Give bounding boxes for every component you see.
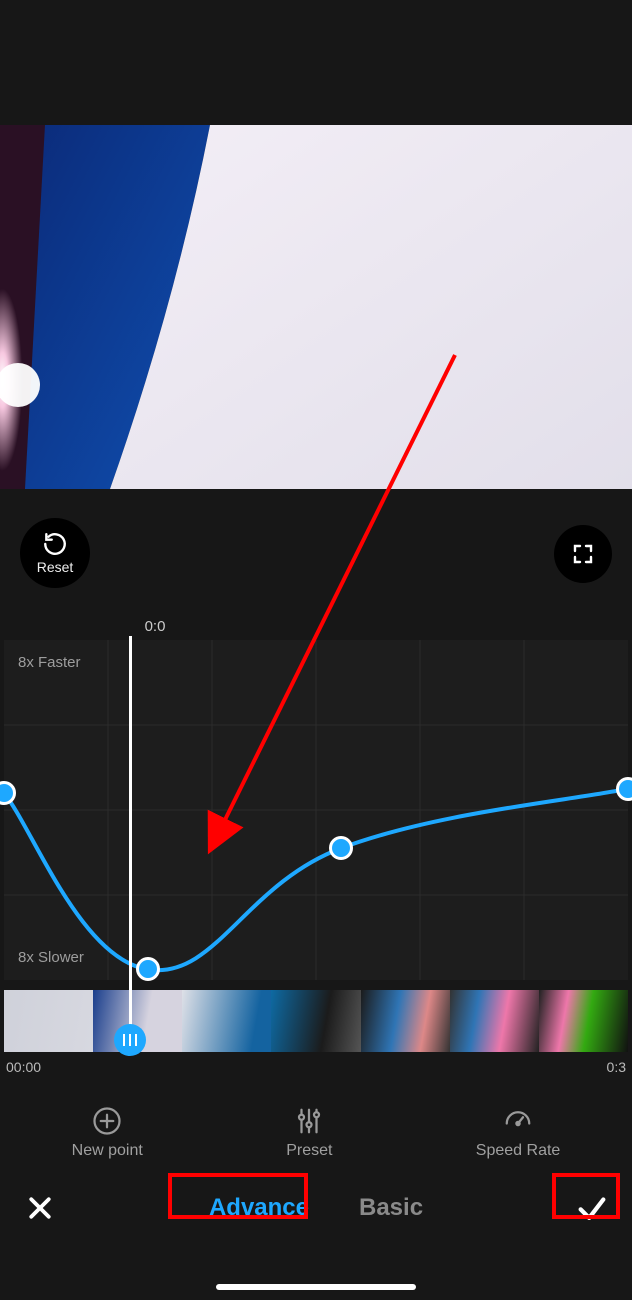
plus-circle-icon (92, 1106, 122, 1136)
close-icon (25, 1193, 55, 1223)
playhead-line[interactable] (129, 636, 132, 1026)
curve-point[interactable] (329, 836, 353, 860)
playhead-time-label: 0:0 (0, 618, 310, 635)
curve-slow-label: 8x Slower (18, 949, 84, 966)
new-point-button[interactable]: New point (72, 1106, 143, 1160)
speed-curve-editor[interactable]: 8x Faster 8x Slower (4, 640, 628, 980)
check-icon (575, 1191, 609, 1225)
mode-tab-bar: Advance Basic (0, 1175, 632, 1241)
speed-rate-label: Speed Rate (476, 1142, 561, 1160)
timeline-end-time: 0:3 (607, 1059, 626, 1075)
new-point-label: New point (72, 1142, 143, 1160)
timeline-strip[interactable] (4, 990, 628, 1052)
playhead-handle[interactable] (114, 1024, 146, 1056)
reset-label: Reset (37, 559, 74, 575)
timeline-start-time: 00:00 (6, 1059, 41, 1075)
preset-label: Preset (286, 1142, 332, 1160)
fullscreen-icon (571, 542, 595, 566)
preset-button[interactable]: Preset (286, 1106, 332, 1160)
sliders-icon (294, 1106, 324, 1136)
tab-advance[interactable]: Advance (209, 1194, 309, 1222)
curve-point[interactable] (136, 957, 160, 981)
reset-button[interactable]: Reset (20, 518, 90, 588)
curve-grid (4, 640, 628, 980)
timeline-frame (271, 990, 360, 1052)
confirm-button[interactable] (552, 1191, 632, 1225)
timeline-frame (539, 990, 628, 1052)
timeline-frame (361, 990, 450, 1052)
reset-icon (42, 531, 68, 557)
timeline-frame (4, 990, 93, 1052)
gauge-icon (503, 1106, 533, 1136)
curve-fast-label: 8x Faster (18, 654, 81, 671)
fullscreen-button[interactable] (554, 525, 612, 583)
speed-editor-screen: Reset 0:0 8x Faster 8x Slower (0, 0, 632, 1300)
close-button[interactable] (0, 1193, 80, 1223)
timeline-frame (182, 990, 271, 1052)
timeline-frame (450, 990, 539, 1052)
speed-rate-button[interactable]: Speed Rate (476, 1106, 561, 1160)
speed-toolbar: New point Preset Speed Rate (0, 1098, 632, 1168)
tab-basic[interactable]: Basic (359, 1194, 423, 1222)
video-preview[interactable] (0, 125, 632, 489)
home-indicator (216, 1284, 416, 1290)
